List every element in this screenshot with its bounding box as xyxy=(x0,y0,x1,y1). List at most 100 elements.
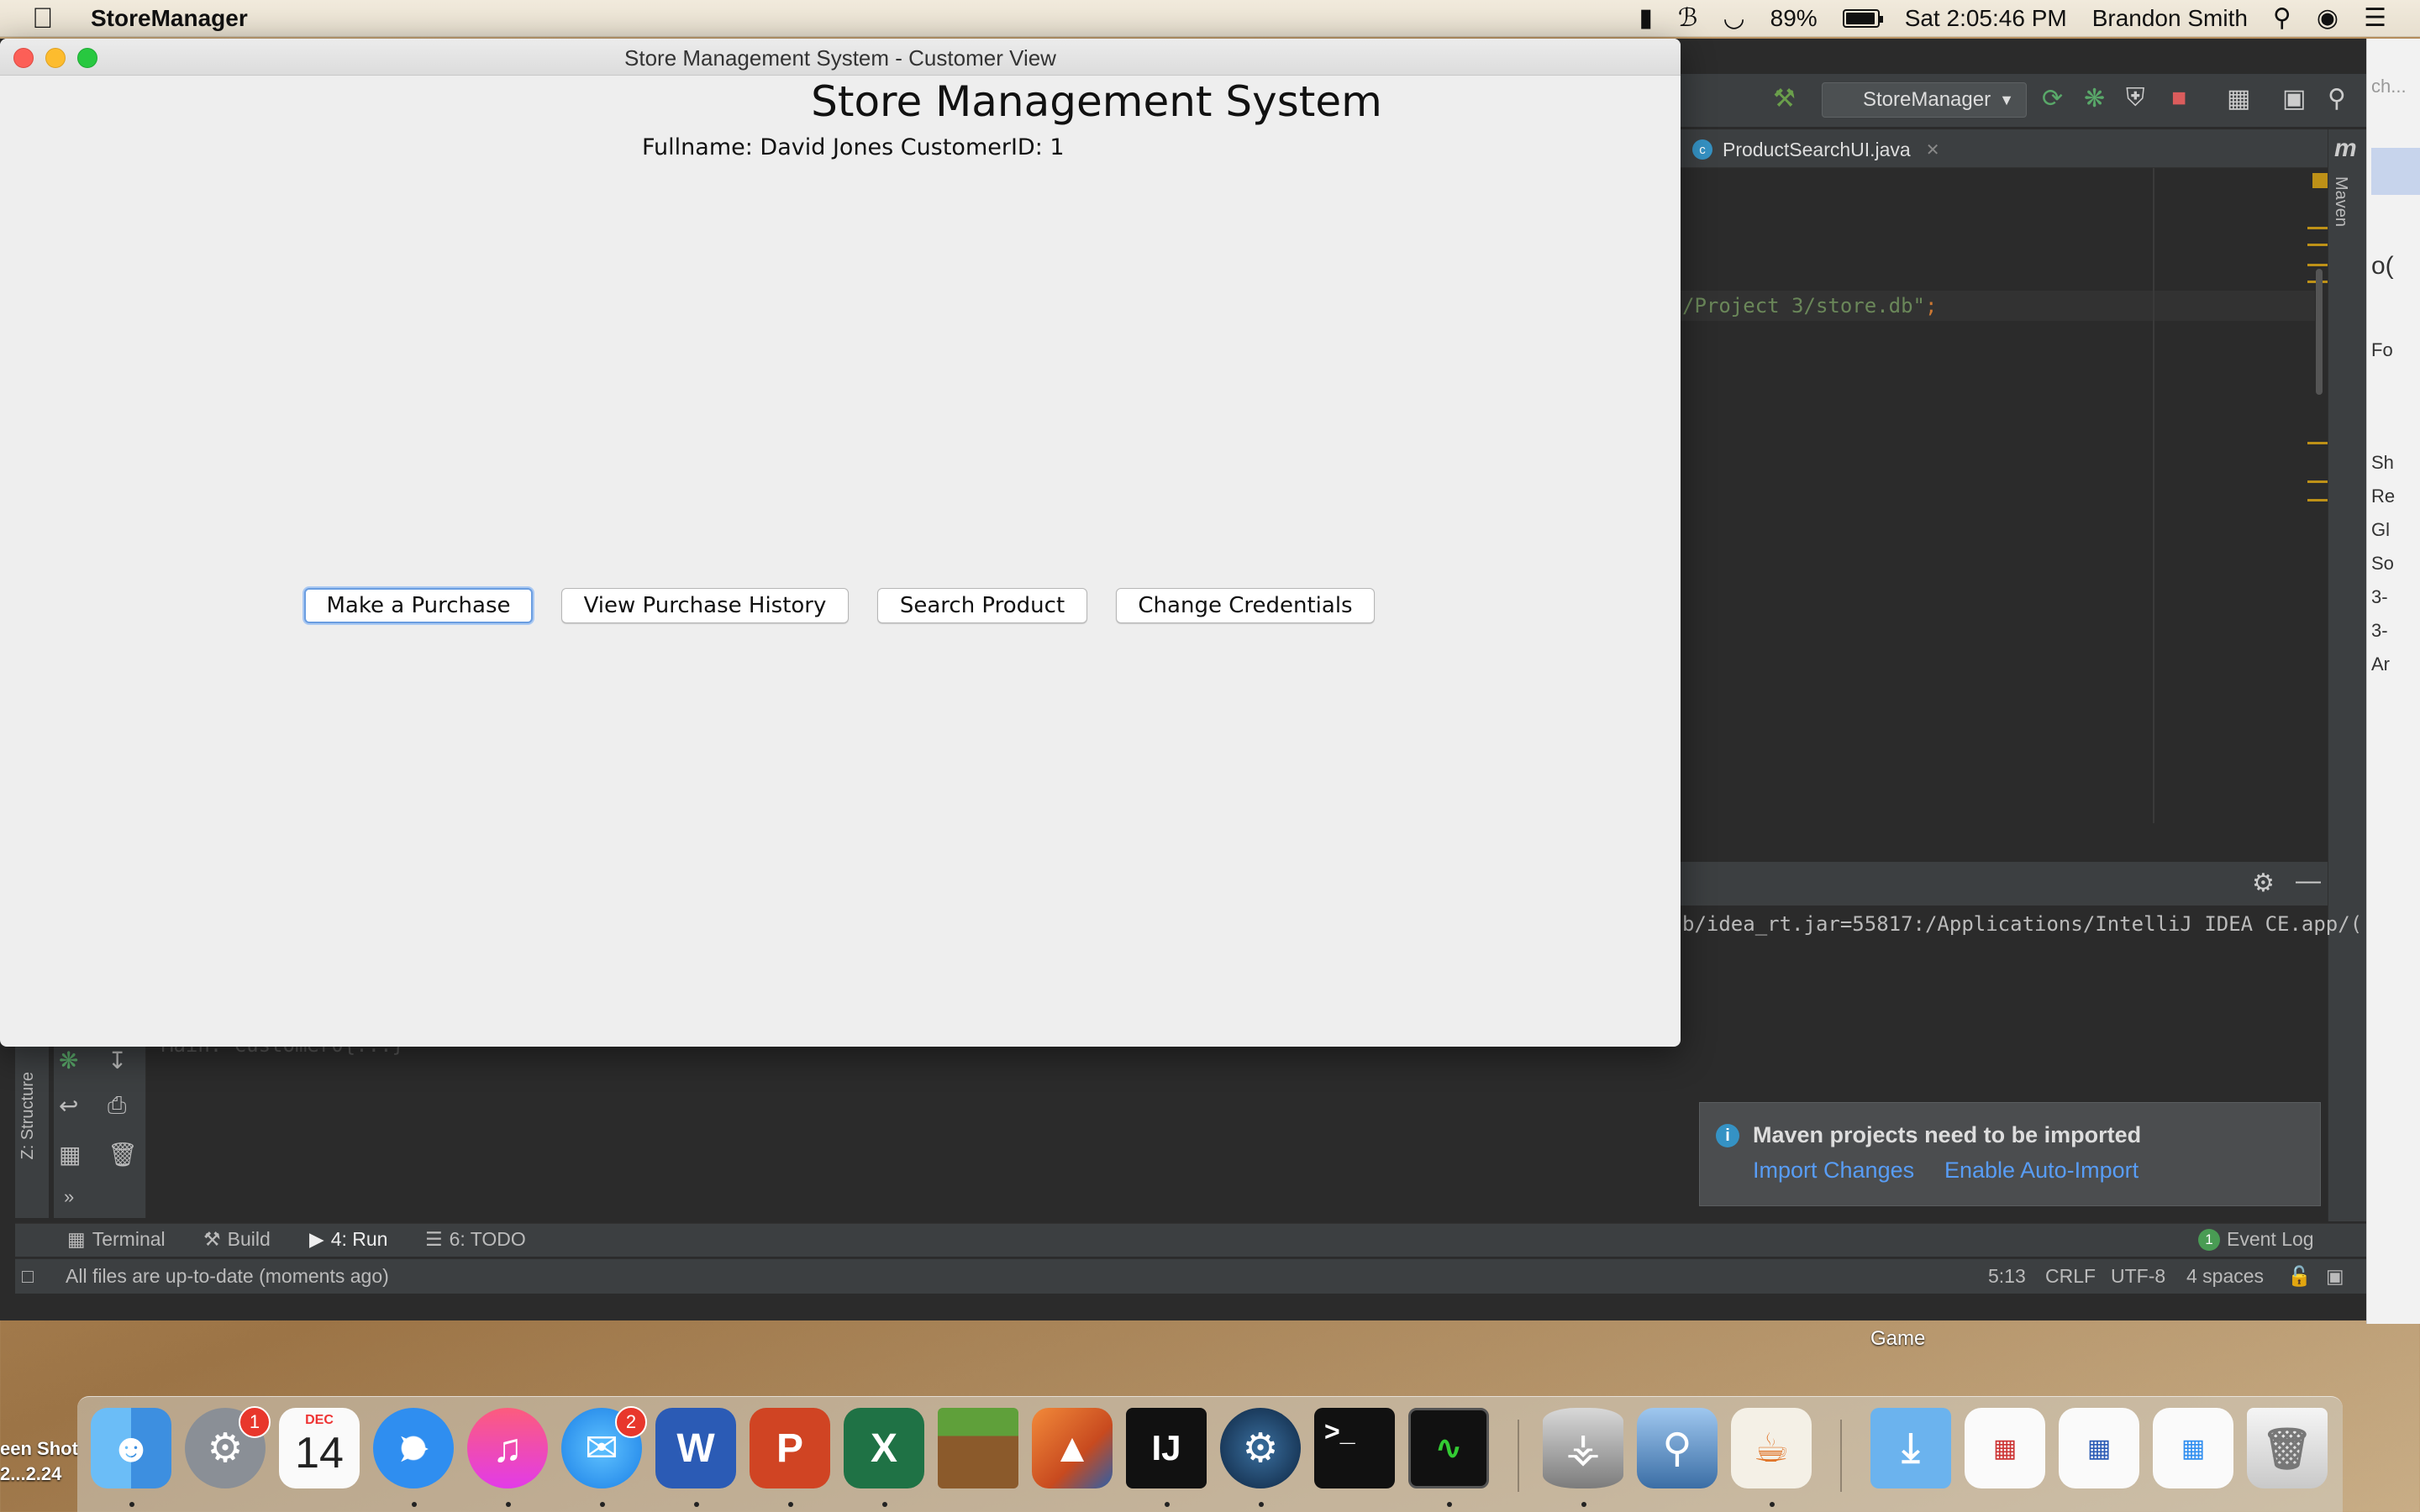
run-config-dropdown[interactable]: StoreManager ▼ xyxy=(1822,82,2027,118)
menu-user[interactable]: Brandon Smith xyxy=(2092,5,2248,32)
safari-icon[interactable]: ➤ xyxy=(373,1408,454,1488)
trash-icon[interactable]: 🗑 xyxy=(108,1141,138,1168)
error-stripe-marker[interactable] xyxy=(2307,264,2329,266)
steam-icon[interactable]: ⚙ xyxy=(1220,1408,1301,1488)
recent-document-icon[interactable]: ▦ xyxy=(2153,1408,2233,1488)
terminal-icon[interactable]: >_ xyxy=(1314,1408,1395,1488)
preview-icon[interactable]: ⚲ xyxy=(1637,1408,1718,1488)
print-icon[interactable]: ⎙ xyxy=(108,1092,126,1120)
file-encoding[interactable]: UTF-8 xyxy=(2111,1265,2165,1288)
view-purchase-history-button[interactable]: View Purchase History xyxy=(561,588,849,623)
code-line[interactable]: /Project 3/store.db"; xyxy=(1682,294,1937,318)
java-class-icon: c xyxy=(1692,139,1712,160)
powerpoint-icon[interactable]: P xyxy=(750,1408,830,1488)
presentation-icon[interactable]: ▣ xyxy=(2282,84,2306,113)
activity-monitor-icon[interactable]: ∿ xyxy=(1408,1408,1489,1488)
downloads-folder-icon[interactable]: ⤓ xyxy=(1870,1408,1951,1488)
menu-app-name[interactable]: StoreManager xyxy=(91,5,248,32)
word-icon[interactable]: W xyxy=(655,1408,736,1488)
running-indicator xyxy=(129,1502,134,1507)
minecraft-icon[interactable] xyxy=(938,1408,1018,1488)
tab-run[interactable]: ▶ 4: Run xyxy=(309,1228,387,1251)
apple-icon[interactable]:  xyxy=(32,0,62,37)
background-text: 3- xyxy=(2371,620,2388,641)
bluetooth-icon[interactable]: ℬ xyxy=(1678,3,1698,33)
caret-position[interactable]: 5:13 xyxy=(1988,1265,2026,1288)
make-purchase-button[interactable]: Make a Purchase xyxy=(304,588,533,623)
error-stripe-marker[interactable] xyxy=(2307,244,2329,246)
gear-icon[interactable]: ⚙ xyxy=(2252,869,2275,898)
running-indicator xyxy=(788,1502,793,1507)
maven-icon[interactable]: m xyxy=(2334,134,2357,163)
lock-icon[interactable]: 🔓 xyxy=(2287,1265,2312,1288)
spotlight-icon[interactable]: ⚲ xyxy=(2273,3,2291,33)
excel-icon[interactable]: X xyxy=(844,1408,924,1488)
error-stripe-marker[interactable] xyxy=(2307,499,2329,501)
layout-icon[interactable]: ▦ xyxy=(59,1141,81,1168)
stop-icon[interactable]: ■ xyxy=(2171,84,2186,113)
rerun-icon[interactable]: ⟳ xyxy=(2042,84,2063,113)
change-credentials-button[interactable]: Change Credentials xyxy=(1116,588,1375,623)
scroll-to-end-icon[interactable]: ↧ xyxy=(108,1047,127,1074)
trash-icon[interactable]: 🗑 xyxy=(2247,1408,2328,1488)
import-changes-link[interactable]: Import Changes xyxy=(1753,1158,1914,1184)
battery-percent[interactable]: 89% xyxy=(1770,5,1818,32)
error-stripe-marker[interactable] xyxy=(2307,442,2329,444)
memory-indicator-icon[interactable]: ▣ xyxy=(2326,1265,2344,1288)
search-icon[interactable]: ⚲ xyxy=(2328,84,2346,113)
exit-icon[interactable]: ↩ xyxy=(59,1092,78,1120)
itunes-icon[interactable]: ♫ xyxy=(467,1408,548,1488)
coverage-icon[interactable]: ⛨ xyxy=(2126,84,2145,113)
calendar-icon[interactable]: DEC 14 xyxy=(279,1408,360,1488)
project-structure-icon[interactable]: ▦ xyxy=(2227,84,2250,113)
inspection-marker[interactable] xyxy=(2312,173,2328,188)
java-icon[interactable]: ☕ xyxy=(1731,1408,1812,1488)
close-icon[interactable]: ✕ xyxy=(1926,139,1940,160)
enable-auto-import-link[interactable]: Enable Auto-Import xyxy=(1944,1158,2139,1184)
maven-tab[interactable]: Maven xyxy=(2331,176,2350,227)
tab-terminal[interactable]: ▦ Terminal xyxy=(67,1228,166,1251)
toggle-tool-windows-icon[interactable]: □ xyxy=(22,1265,34,1288)
code-editor[interactable] xyxy=(1681,168,2328,823)
tray-icon[interactable]: ▮ xyxy=(1639,3,1653,33)
search-product-button[interactable]: Search Product xyxy=(877,588,1087,623)
running-indicator xyxy=(1447,1502,1452,1507)
tab-event-log[interactable]: 1 Event Log xyxy=(2198,1228,2314,1251)
recent-document-icon[interactable]: ▦ xyxy=(1965,1408,2045,1488)
tab-label: 4: Run xyxy=(330,1228,388,1250)
finder-icon[interactable]: ☻ xyxy=(91,1408,171,1488)
window-titlebar[interactable]: Store Management System - Customer View xyxy=(0,39,1681,76)
database-icon[interactable]: ⚶ xyxy=(1543,1408,1623,1488)
error-stripe-marker[interactable] xyxy=(2307,227,2329,229)
desktop-screenshot-label[interactable]: een Shot 2...2.24 xyxy=(0,1436,78,1487)
debug-icon[interactable]: ❋ xyxy=(2084,84,2105,113)
code-string: /Project 3/store.db" xyxy=(1682,294,1925,318)
more-icon[interactable]: » xyxy=(64,1186,74,1208)
running-indicator xyxy=(1165,1502,1170,1507)
right-margin-guide xyxy=(2153,168,2154,823)
minimize-panel-icon[interactable]: — xyxy=(2296,867,2321,895)
tab-todo[interactable]: ☰ 6: TODO xyxy=(425,1228,526,1251)
desktop-item-label[interactable]: Game xyxy=(1870,1327,1925,1351)
matlab-icon[interactable]: ▲ xyxy=(1032,1408,1113,1488)
siri-icon[interactable]: ◉ xyxy=(2317,3,2338,33)
menu-clock[interactable]: Sat 2:05:46 PM xyxy=(1905,5,2067,32)
debug-icon[interactable]: ❋ xyxy=(59,1047,78,1074)
run-panel-header xyxy=(1681,862,2328,906)
line-separator[interactable]: CRLF xyxy=(2045,1265,2096,1288)
notification-center-icon[interactable]: ☰ xyxy=(2364,3,2386,33)
error-stripe-marker[interactable] xyxy=(2307,480,2329,483)
wifi-icon[interactable]: ◡ xyxy=(1723,3,1744,33)
terminal-icon: ▦ xyxy=(67,1228,86,1250)
indent-setting[interactable]: 4 spaces xyxy=(2186,1265,2264,1288)
tab-label: 6: TODO xyxy=(449,1228,526,1250)
intellij-icon[interactable]: IJ xyxy=(1126,1408,1207,1488)
background-text: So xyxy=(2371,553,2394,574)
battery-icon[interactable] xyxy=(1842,8,1883,28)
tab-build[interactable]: ⚒ Build xyxy=(203,1228,271,1251)
hammer-build-icon[interactable]: ⚒ xyxy=(1773,84,1796,113)
tab-productsearchui[interactable]: c ProductSearchUI.java ✕ xyxy=(1692,133,1940,166)
recent-document-icon[interactable]: ▦ xyxy=(2059,1408,2139,1488)
editor-scrollbar[interactable] xyxy=(2316,269,2323,395)
structure-tab[interactable]: Z: Structure xyxy=(18,1072,38,1159)
